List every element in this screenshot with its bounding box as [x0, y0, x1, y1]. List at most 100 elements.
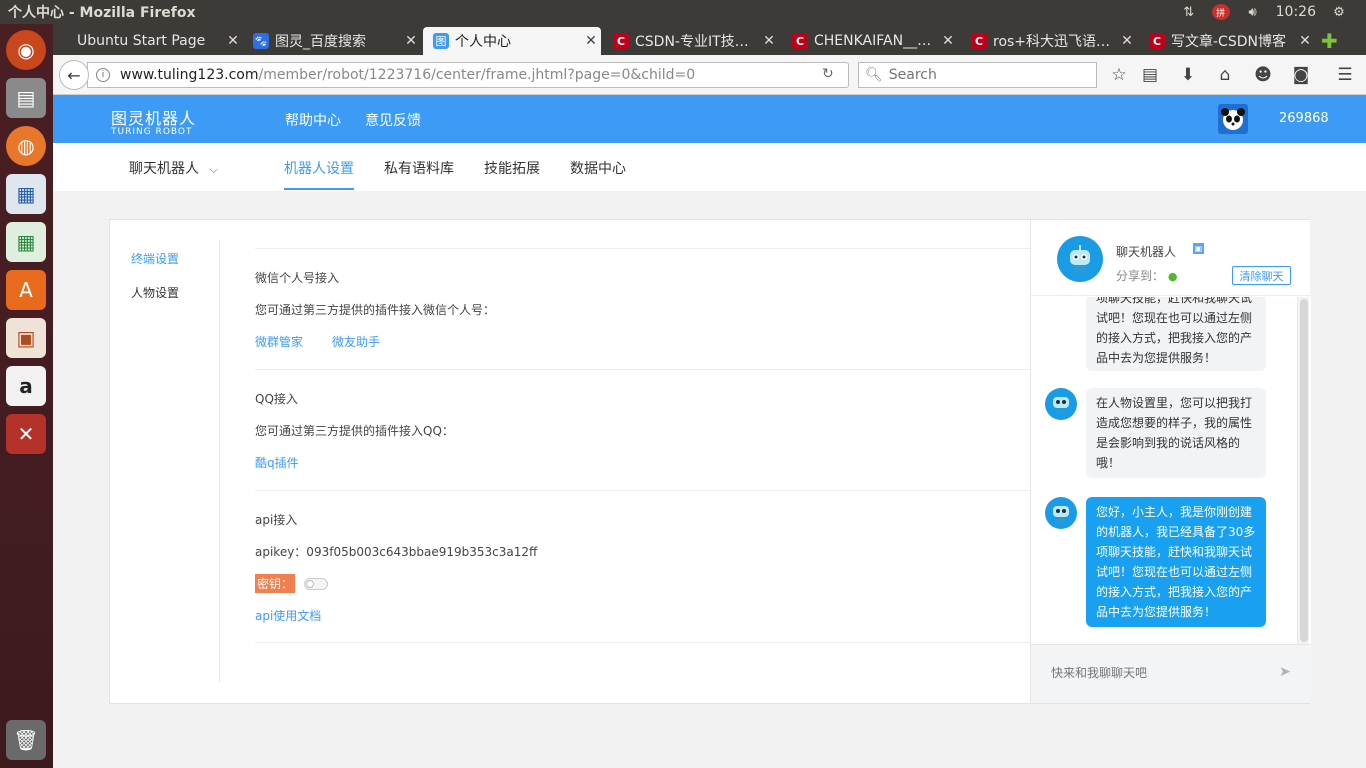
close-tab-icon[interactable]: ✕: [938, 33, 958, 49]
tab-chenkaifan[interactable]: C CHENKAIFAN__… ✕: [782, 27, 958, 55]
back-button[interactable]: ←: [59, 60, 89, 90]
settings-card: 终端设置 人物设置 微信个人号接入 您可通过第三方提供的插件接入微信个人号： 微…: [109, 219, 1311, 704]
tab-skill-extension[interactable]: 技能拓展: [484, 158, 540, 178]
tab-ros[interactable]: Cros+科大迅飞语… ✕: [961, 27, 1137, 55]
sub-navigation: 聊天机器人 ⌵ 机器人设置 私有语料库 技能拓展 数据中心: [53, 143, 1366, 191]
wechat-link-weiyou[interactable]: 微友助手: [332, 333, 380, 350]
tab-label: CHENKAIFAN__…: [814, 33, 932, 49]
new-tab-plus-icon[interactable]: ✚: [1321, 29, 1338, 53]
hello-icon[interactable]: ☻: [1252, 64, 1274, 86]
chat-messages[interactable]: 项聊天技能，赶快和我聊天试试吧！您现在也可以通过左侧的接入方式，把我接入您的产品…: [1031, 297, 1311, 644]
close-tab-icon[interactable]: ✕: [581, 33, 601, 49]
calc-icon[interactable]: ▦: [6, 222, 46, 262]
settings-gear-icon[interactable]: ⚙: [1330, 4, 1348, 20]
help-center-link[interactable]: 帮助中心: [285, 110, 341, 130]
robot-icon: [1053, 506, 1069, 523]
sidebar-item-terminal-settings[interactable]: 终端设置: [131, 250, 179, 267]
tab-write-article[interactable]: C 写文章-CSDN博客 ✕: [1139, 27, 1315, 55]
user-id[interactable]: 269868: [1279, 111, 1329, 126]
trash-icon[interactable]: 🗑︎: [6, 720, 46, 760]
tab-data-center[interactable]: 数据中心: [570, 158, 626, 178]
tab-label: CSDN-专业IT技…: [635, 34, 749, 50]
robot-icon: [1070, 245, 1090, 273]
chat-input[interactable]: [1051, 663, 1261, 683]
menu-icon[interactable]: ☰: [1334, 64, 1356, 86]
tab-csdn[interactable]: C CSDN-专业IT技… ✕: [603, 27, 779, 55]
home-icon[interactable]: ⌂: [1214, 64, 1236, 86]
csdn-favicon-icon: C: [792, 33, 808, 49]
bookmark-star-icon[interactable]: ☆: [1108, 64, 1130, 86]
close-tab-icon[interactable]: ✕: [759, 33, 779, 49]
downloads-icon[interactable]: ⬇: [1177, 64, 1199, 86]
chat-header: 聊天机器人 ▣ 分享到： ● 清除聊天: [1031, 220, 1311, 296]
tuling-logo[interactable]: 图灵机器人 TURING ROBOT: [111, 105, 196, 137]
wechat-share-icon[interactable]: ●: [1168, 270, 1178, 283]
os-top-bar: 个人中心 - Mozilla Firefox ⇅ 拼 🔊︎ 10:26 ⚙: [0, 0, 1366, 24]
chevron-down-icon: ⌵: [209, 163, 218, 176]
search-input[interactable]: [888, 67, 1089, 83]
robot-selector[interactable]: 聊天机器人 ⌵: [129, 158, 218, 178]
robot-selector-label: 聊天机器人: [129, 161, 199, 177]
secret-key-label: 密钥：: [255, 574, 296, 593]
secret-key-toggle[interactable]: [304, 578, 328, 590]
tab-profile-center[interactable]: 图个人中心 ✕: [423, 27, 601, 55]
tab-robot-settings[interactable]: 机器人设置: [284, 158, 354, 178]
input-method-icon[interactable]: 拼: [1211, 4, 1230, 20]
csdn-favicon-icon: C: [1149, 33, 1165, 49]
amazon-icon[interactable]: a: [6, 366, 46, 406]
chat-panel: 聊天机器人 ▣ 分享到： ● 清除聊天 项聊天技能，赶快和我聊天试试吧！您现在也…: [1030, 220, 1311, 703]
logo-en: TURING ROBOT: [111, 127, 193, 137]
sidebar-item-persona-settings[interactable]: 人物设置: [131, 284, 179, 301]
send-icon[interactable]: ➤: [1279, 664, 1291, 680]
api-section-title: api接入: [255, 513, 298, 527]
qq-section-title: QQ接入: [255, 392, 298, 406]
wechat-link-weiqun[interactable]: 微群管家: [255, 333, 303, 350]
url-domain: www.tuling123.com: [120, 67, 259, 83]
close-tab-icon[interactable]: ✕: [1117, 33, 1137, 49]
tab-ubuntu-start[interactable]: Ubuntu Start Page ✕: [67, 27, 243, 55]
qq-plugin-link[interactable]: 酷q插件: [255, 454, 299, 471]
search-bar[interactable]: 🔍︎: [858, 62, 1097, 88]
firefox-icon[interactable]: ◍: [6, 126, 46, 166]
tab-private-corpus[interactable]: 私有语料库: [384, 158, 454, 178]
browser-tab-bar: Ubuntu Start Page ✕ 🐾︎ 图灵_百度搜索 ✕ 图个人中心 ✕ C CS…: [53, 24, 1366, 55]
system-settings-icon[interactable]: ✕: [6, 414, 46, 454]
software-center-icon[interactable]: A: [6, 270, 46, 310]
browser-nav-bar: i www.tuling123.com/member/robot/1223716…: [53, 55, 1366, 95]
close-tab-icon[interactable]: ✕: [401, 33, 421, 49]
site-header: 图灵机器人 TURING ROBOT 帮助中心 意见反馈 269868: [53, 95, 1366, 143]
tab-baidu[interactable]: 🐾︎ 图灵_百度搜索 ✕: [243, 27, 421, 55]
pocket-icon[interactable]: ◙: [1290, 64, 1312, 86]
api-doc-link[interactable]: api使用文档: [255, 607, 321, 624]
chat-scrollbar[interactable]: [1297, 297, 1309, 644]
chat-message: 在人物设置里，您可以把我打造成您想要的样子，我的属性是会影响到我的说话风格的哦！: [1086, 388, 1266, 478]
search-icon: 🔍︎: [865, 67, 883, 83]
divider: [255, 248, 1030, 249]
apikey-value: apikey：093f05b003c643bbae919b353c3a12ff: [255, 545, 538, 559]
divider: [255, 490, 1030, 491]
ubuntu-dash-icon[interactable]: ◉: [6, 30, 46, 70]
tab-label: ros+科大迅飞语…: [993, 34, 1111, 50]
site-info-icon[interactable]: i: [96, 68, 110, 82]
active-tab-underline: [284, 188, 354, 190]
close-tab-icon[interactable]: ✕: [1295, 33, 1315, 49]
wechat-description: 您可通过第三方提供的插件接入微信个人号：: [255, 303, 496, 317]
close-tab-icon[interactable]: ✕: [223, 33, 243, 49]
clear-chat-button[interactable]: 清除聊天: [1232, 266, 1291, 285]
clock[interactable]: 10:26: [1276, 4, 1316, 20]
url-bar[interactable]: i www.tuling123.com/member/robot/1223716…: [87, 62, 849, 88]
share-label: 分享到：: [1116, 269, 1165, 283]
user-avatar[interactable]: [1218, 104, 1248, 134]
divider: [255, 642, 1030, 643]
reading-list-icon[interactable]: ▤: [1139, 64, 1161, 86]
network-icon[interactable]: ⇅: [1180, 4, 1198, 20]
reload-icon[interactable]: ↻: [822, 66, 834, 82]
volume-icon[interactable]: 🔊︎: [1244, 4, 1262, 20]
robot-avatar: [1057, 236, 1103, 282]
files-icon[interactable]: ▤: [6, 78, 46, 118]
tuling-favicon-icon: 图: [433, 33, 449, 49]
impress-icon[interactable]: ▣: [6, 318, 46, 358]
writer-icon[interactable]: ▦: [6, 174, 46, 214]
feedback-link[interactable]: 意见反馈: [365, 110, 421, 130]
scroll-thumb[interactable]: [1300, 299, 1308, 642]
